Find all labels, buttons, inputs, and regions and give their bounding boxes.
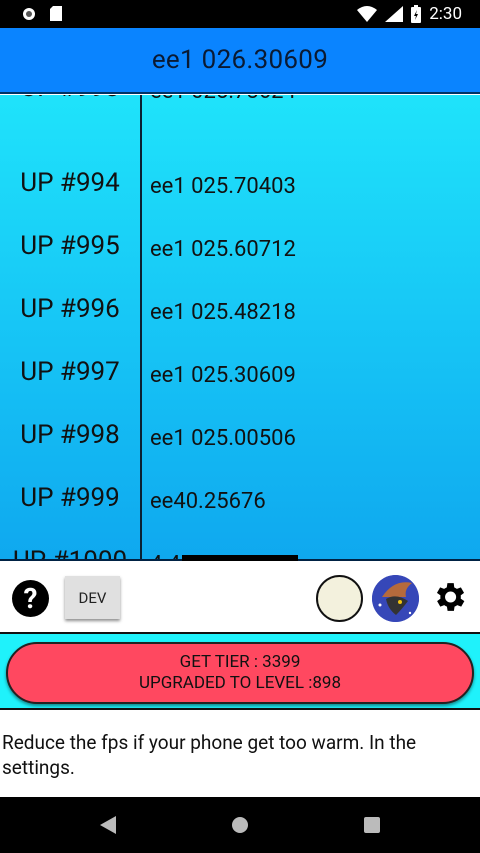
get-tier-label: GET TIER : 3399 xyxy=(179,652,301,672)
clock: 2:30 xyxy=(429,4,462,24)
avatar-wizard-icon[interactable] xyxy=(372,575,419,622)
upgrade-row[interactable]: UP #997 ee1 025.30609 xyxy=(0,339,480,402)
upgrade-name: UP #994 xyxy=(20,168,120,198)
home-circle-icon xyxy=(232,817,248,833)
theme-circle-button[interactable] xyxy=(316,575,363,622)
upgrade-value: ee1 025.30609 xyxy=(150,363,296,388)
upgrade-name: UP #993 xyxy=(0,95,140,103)
toolbar: ? DEV xyxy=(0,561,480,633)
dev-button-label: DEV xyxy=(78,588,107,607)
navigation-bar xyxy=(0,797,480,853)
upgrade-name: UP #998 xyxy=(20,420,120,450)
upgrade-name: UP #999 xyxy=(20,483,120,513)
upgrade-value: ee1 025.78624 xyxy=(150,95,296,104)
currency-total: ee1 026.30609 xyxy=(151,45,329,75)
home-button[interactable] xyxy=(210,797,270,853)
upgrade-name: UP #995 xyxy=(20,231,120,261)
upgrade-name: UP #997 xyxy=(20,357,120,387)
sd-card-icon xyxy=(50,6,62,21)
upgrade-value: ee1 025.48218 xyxy=(150,300,296,325)
tip-text: Reduce the fps if your phone get too war… xyxy=(0,710,480,798)
wifi-icon xyxy=(357,6,378,22)
upgrade-row[interactable]: UP #993 ee1 025.78624 xyxy=(0,95,480,150)
signal-icon xyxy=(385,6,404,22)
back-button[interactable] xyxy=(78,797,138,853)
notification-dot-icon xyxy=(23,7,35,20)
back-triangle-icon xyxy=(100,816,116,834)
action-strip: GET TIER : 3399 UPGRADED TO LEVEL :898 xyxy=(0,632,480,710)
upgrade-row[interactable]: UP #996 ee1 025.48218 xyxy=(0,276,480,339)
recents-button[interactable] xyxy=(342,797,402,853)
upgrade-value: ee1 025.00506 xyxy=(150,426,296,451)
upgrade-row[interactable]: UP #995 ee1 025.60712 xyxy=(0,213,480,276)
upgrade-name: UP #996 xyxy=(20,294,120,324)
upgrade-value: ee40.25676 xyxy=(150,489,266,514)
upgrade-value: ee1 025.60712 xyxy=(150,237,296,262)
question-mark-icon: ? xyxy=(23,582,38,615)
upgrade-name: UP #1000 xyxy=(12,546,128,561)
battery-icon xyxy=(411,5,422,23)
status-bar: 2:30 xyxy=(0,0,480,28)
dev-button[interactable]: DEV xyxy=(65,576,120,619)
settings-gear-icon[interactable] xyxy=(430,578,468,616)
upgrade-row[interactable]: UP #994 ee1 025.70403 xyxy=(0,150,480,213)
upgrade-value: ee1 025.70403 xyxy=(150,174,296,199)
upgraded-level-label: UPGRADED TO LEVEL :898 xyxy=(138,673,342,693)
upgrade-row[interactable]: UP #999 ee40.25676 xyxy=(0,465,480,528)
upgrade-row[interactable]: UP #998 ee1 025.00506 xyxy=(0,402,480,465)
get-tier-button[interactable]: GET TIER : 3399 UPGRADED TO LEVEL :898 xyxy=(6,642,474,704)
upgrade-list[interactable]: UP #993 ee1 025.78624 UP #994 ee1 025.70… xyxy=(0,95,480,561)
recents-square-icon xyxy=(364,817,380,833)
help-button[interactable]: ? xyxy=(12,580,49,617)
header: ee1 026.30609 xyxy=(0,28,480,94)
